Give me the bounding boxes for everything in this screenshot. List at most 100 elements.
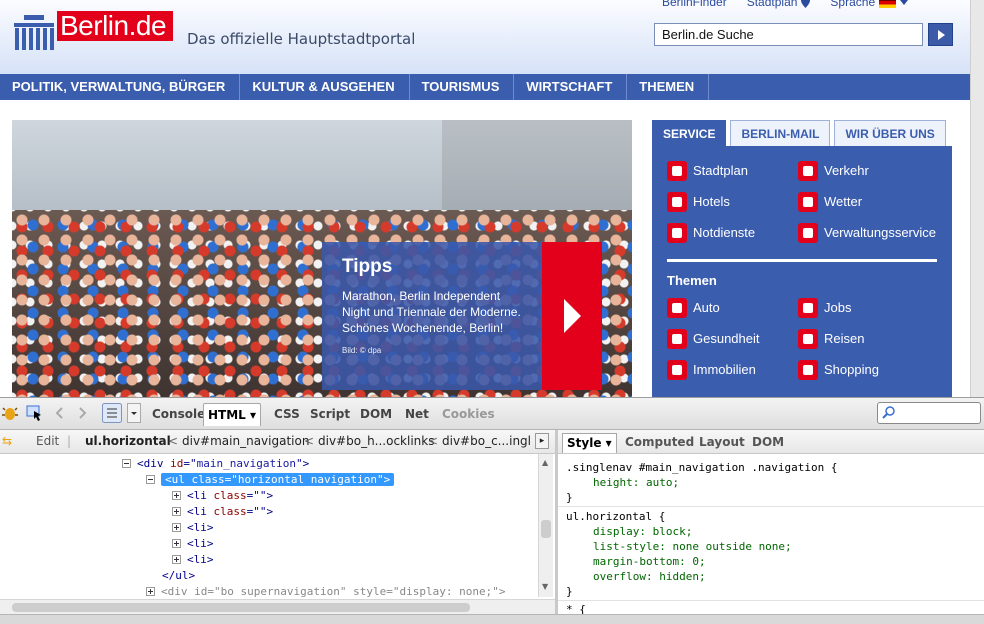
tab-berlin-mail[interactable]: BERLIN-MAIL xyxy=(730,120,831,146)
tab-html[interactable]: HTML ▾ xyxy=(203,403,262,426)
tab-layout[interactable]: Layout xyxy=(695,433,749,452)
css-rule-divider xyxy=(558,506,984,507)
tree-tag: <div xyxy=(161,585,188,597)
nav-item-kultur[interactable]: KULTUR & AUSGEHEN xyxy=(240,74,410,100)
breadcrumb-item-bo-header[interactable]: div#bo_h...ocklinks xyxy=(318,434,434,448)
nav-item-themen[interactable]: THEMEN xyxy=(627,74,710,100)
tree-node-li[interactable]: <li class=""> xyxy=(172,488,273,504)
edit-button[interactable]: Edit xyxy=(36,434,59,448)
tree-node-li[interactable]: <li> xyxy=(172,536,214,552)
back-arrow-icon[interactable] xyxy=(52,405,68,421)
breadcrumb-divider: | xyxy=(67,434,72,448)
tree-node-li[interactable]: <li> xyxy=(172,520,214,536)
expand-toggle-icon[interactable] xyxy=(172,523,181,532)
tab-side-dom[interactable]: DOM xyxy=(748,433,788,452)
css-property[interactable]: overflow: hidden; xyxy=(593,569,706,584)
tree-node-bo-supernavigation[interactable]: <div id="bo_supernavigation" style="disp… xyxy=(146,584,505,597)
css-selector[interactable]: ul.horizontal { xyxy=(566,509,665,524)
scroll-thumb[interactable] xyxy=(541,520,551,538)
scroll-down-icon[interactable]: ▼ xyxy=(542,582,548,591)
hero-image[interactable]: Tipps Marathon, Berlin Independent Night… xyxy=(12,120,632,397)
css-property[interactable]: height: auto; xyxy=(593,475,679,490)
service-item-stadtplan[interactable]: Stadtplan xyxy=(667,160,798,181)
nav-item-wirtschaft[interactable]: WIRTSCHAFT xyxy=(514,74,628,100)
themen-item-label: Immobilien xyxy=(693,362,756,377)
expand-tree-icon[interactable]: ⇆ xyxy=(2,434,12,448)
themen-item-gesundheit[interactable]: Gesundheit xyxy=(667,328,798,349)
service-item-wetter[interactable]: Wetter xyxy=(798,191,938,212)
themen-item-immobilien[interactable]: Immobilien xyxy=(667,359,798,380)
breadcrumb-item-ul-horizontal[interactable]: ul.horizontal xyxy=(85,434,171,448)
tab-dom[interactable]: DOM xyxy=(356,403,396,425)
css-property[interactable]: margin-bottom: 0; xyxy=(593,554,706,569)
service-item-verkehr[interactable]: Verkehr xyxy=(798,160,938,181)
phone-icon xyxy=(667,222,687,243)
themen-item-auto[interactable]: Auto xyxy=(667,297,798,318)
service-item-verwaltungsservice[interactable]: Verwaltungsservice xyxy=(798,222,938,243)
site-header: Berlin.de Das offizielle Hauptstadtporta… xyxy=(0,0,970,74)
breadcrumb-scroll-right-icon[interactable]: ▸ xyxy=(535,433,549,449)
firebug-bug-icon[interactable] xyxy=(2,405,18,421)
service-item-label: Verkehr xyxy=(824,163,869,178)
plane-icon xyxy=(798,328,818,349)
themen-item-jobs[interactable]: Jobs xyxy=(798,297,938,318)
tree-attr-name: id xyxy=(170,457,184,470)
inspect-element-icon[interactable] xyxy=(26,405,42,421)
tab-cookies[interactable]: Cookies xyxy=(438,403,499,425)
expand-toggle-icon[interactable] xyxy=(172,539,181,548)
nav-item-tourismus[interactable]: TOURISMUS xyxy=(410,74,515,100)
tree-node-li[interactable]: <li class=""> xyxy=(172,504,273,520)
search-input[interactable]: Berlin.de Suche xyxy=(654,23,923,46)
tree-node-main-navigation[interactable]: <div id="main_navigation"> xyxy=(122,456,309,472)
breadcrumb-item-bo-content[interactable]: div#bo_c...ingl xyxy=(442,434,531,448)
tab-console[interactable]: Console xyxy=(148,403,209,425)
collapse-toggle-icon[interactable] xyxy=(146,475,155,484)
top-link-berlinfinder[interactable]: BerlinFinder xyxy=(662,0,727,9)
themen-item-reisen[interactable]: Reisen xyxy=(798,328,938,349)
top-link-sprache[interactable]: Sprache xyxy=(830,0,908,9)
service-item-label: Notdienste xyxy=(693,225,756,240)
html-tree-horizontal-scrollbar[interactable] xyxy=(0,599,555,614)
berlin-gate-logo-icon xyxy=(14,15,54,50)
nav-item-politik[interactable]: POLITIK, VERWALTUNG, BÜRGER xyxy=(0,74,241,100)
dropdown-arrow-icon[interactable] xyxy=(127,403,141,423)
panel-list-icon[interactable] xyxy=(102,403,122,423)
main-navigation: POLITIK, VERWALTUNG, BÜRGER KULTUR & AUS… xyxy=(0,74,970,100)
tree-tag-close: > xyxy=(266,489,274,502)
tree-node-li[interactable]: <li> xyxy=(172,552,214,568)
page-vertical-scrollbar[interactable] xyxy=(970,0,984,397)
tab-css[interactable]: CSS xyxy=(270,403,304,425)
tab-computed[interactable]: Computed xyxy=(621,433,698,452)
expand-toggle-icon[interactable] xyxy=(172,555,181,564)
css-property[interactable]: list-style: none outside none; xyxy=(593,539,792,554)
tab-script[interactable]: Script xyxy=(306,403,354,425)
top-link-stadtplan[interactable]: Stadtplan xyxy=(747,0,811,9)
service-tabs: SERVICE BERLIN-MAIL WIR ÜBER UNS xyxy=(652,120,946,146)
firebug-search-input[interactable] xyxy=(877,402,981,424)
breadcrumb-item-main-navigation[interactable]: div#main_navigation xyxy=(182,434,309,448)
scroll-up-icon[interactable]: ▲ xyxy=(542,458,548,467)
expand-toggle-icon[interactable] xyxy=(172,507,181,516)
service-item-notdienste[interactable]: Notdienste xyxy=(667,222,798,243)
tree-tag: <div xyxy=(137,457,164,470)
tipps-teaser[interactable]: Tipps Marathon, Berlin Independent Night… xyxy=(322,242,542,390)
collapse-toggle-icon[interactable] xyxy=(122,459,131,468)
service-item-hotels[interactable]: Hotels xyxy=(667,191,798,212)
css-property[interactable]: display: block; xyxy=(593,524,692,539)
tab-net[interactable]: Net xyxy=(401,403,433,425)
html-tree-vertical-scrollbar[interactable]: ▲ ▼ xyxy=(538,454,553,597)
scroll-thumb[interactable] xyxy=(12,603,470,612)
tree-node-ul-close[interactable]: </ul> xyxy=(162,568,195,584)
search-submit-button[interactable] xyxy=(928,23,953,46)
themen-item-shopping[interactable]: Shopping xyxy=(798,359,938,380)
tab-style[interactable]: Style ▾ xyxy=(562,433,617,453)
css-selector[interactable]: .singlenav #main_navigation .navigation … xyxy=(566,460,838,475)
tab-service[interactable]: SERVICE xyxy=(652,120,727,146)
tree-node-ul-horizontal-selected[interactable]: <ul class="horizontal navigation"> xyxy=(146,472,395,488)
site-logo[interactable]: Berlin.de xyxy=(57,11,173,41)
expand-toggle-icon[interactable] xyxy=(172,491,181,500)
forward-arrow-icon[interactable] xyxy=(74,405,90,421)
next-arrow-button[interactable] xyxy=(542,242,602,390)
expand-toggle-icon[interactable] xyxy=(146,587,155,596)
tab-wir-ueber-uns[interactable]: WIR ÜBER UNS xyxy=(834,120,946,146)
